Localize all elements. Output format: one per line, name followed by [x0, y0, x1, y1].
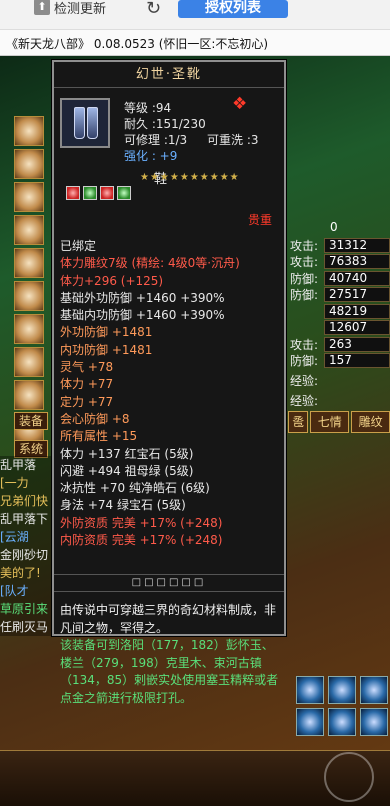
- auth-list-button[interactable]: 授权列表: [178, 0, 288, 18]
- refresh-icon[interactable]: ↻: [146, 0, 161, 19]
- upload-icon: ⬆: [34, 0, 50, 15]
- gem-line: 闪避 +494 祖母绿 (5级): [60, 463, 194, 478]
- equip-slot-icon[interactable]: [14, 248, 44, 278]
- boot-left-shape: [74, 107, 85, 139]
- equip-button[interactable]: 装备: [14, 412, 48, 430]
- skill-icon[interactable]: [296, 708, 324, 736]
- item-durability: 耐久 :151/230: [124, 117, 206, 131]
- skill-icon[interactable]: [328, 708, 356, 736]
- gem-icon: [117, 186, 131, 200]
- prop-line: 灵气 +78: [60, 360, 114, 375]
- chat-line: [队才: [0, 582, 52, 600]
- attr-row: 48219: [288, 303, 390, 320]
- top-toolbar: ⬆ 检测更新 ↻ 授权列表: [0, 0, 390, 30]
- chat-line: [云湖: [0, 528, 52, 546]
- prop-line: 内功防御 +1481: [60, 342, 153, 357]
- valued-tag: 贵重: [248, 213, 273, 227]
- chat-panel: 乱甲落 [一力 兄弟们快 乱甲落下 [云湖 金刚砂切 美的了! [队才 草原引来…: [0, 456, 52, 636]
- star-rating-icon: ★★★★★★★★★★: [140, 172, 240, 183]
- tab-left[interactable]: 卺: [288, 411, 309, 433]
- attr-row: 12607: [288, 320, 390, 337]
- aptitude-line: 内防资质 完美 +17% (+248): [60, 533, 223, 548]
- attr-row: 攻击: 76383: [288, 254, 390, 271]
- item-rewash: 可重洗 :3: [207, 133, 259, 147]
- desc-green: 该装备可到洛阳（177，182）彭怀玉、楼兰（279，198）克里木、束河古镇（…: [60, 638, 279, 705]
- equip-slot-icon[interactable]: [14, 149, 44, 179]
- exp-row: 经验:: [290, 372, 390, 389]
- bound-status: 已绑定: [60, 239, 97, 253]
- prop-line: 会心防御 +8: [60, 411, 130, 426]
- equip-slot-icon[interactable]: [14, 347, 44, 377]
- prop-line: 所有属性 +15: [60, 429, 138, 444]
- attribute-panel: 攻击: 31312 攻击: 76383 防御: 40740 防御: 27517 4821…: [288, 237, 390, 369]
- gem-line: 身法 +74 绿宝石 (5级): [60, 498, 186, 513]
- gem-icon: [100, 186, 114, 200]
- attr-row: 攻击: 31312: [288, 237, 390, 254]
- item-repair: 可修理 :1/3: [124, 133, 188, 147]
- prop-line: 定力 +77: [60, 394, 114, 409]
- boot-right-shape: [87, 107, 98, 139]
- exp-label: 经验:: [290, 393, 319, 408]
- attr-row: 攻击: 263: [288, 336, 390, 353]
- item-tooltip: 幻世·圣靴 等级 :94 耐久 :151/230 可修理 :1/3 可重洗 :3…: [52, 60, 286, 705]
- gem-line: 体力 +137 红宝石 (5级): [60, 446, 194, 461]
- desc-white: 由传说中可穿越三界的奇幻材料制成，非凡间之物，罕得之。: [60, 603, 277, 635]
- chat-line: 兄弟们快: [0, 492, 52, 510]
- gem-quality-icon: ❖: [232, 94, 248, 114]
- attr-row: 防御: 27517: [288, 287, 390, 304]
- skill-icon[interactable]: [360, 676, 388, 704]
- gem-line: 冰抗性 +70 纯净皓石 (6级): [60, 481, 210, 496]
- equip-slot-icon[interactable]: [14, 215, 44, 245]
- equip-slot-icon[interactable]: [14, 182, 44, 212]
- chat-line: 乱甲落下: [0, 510, 52, 528]
- item-name: 幻世·圣靴: [54, 62, 284, 88]
- prop-line: 基础内功防御 +1460 +390%: [60, 308, 225, 323]
- prop-line: 体力+296 (+125): [60, 273, 164, 288]
- check-update-label: 检测更新: [54, 1, 107, 17]
- item-properties: 已绑定 体力雕纹7级 (精绘: 4级0等·沉舟) 体力+296 (+125) 基…: [60, 238, 282, 549]
- zero-value: 0: [330, 220, 338, 235]
- zero-readout: 0: [330, 219, 390, 236]
- prop-line: 外功防御 +1481: [60, 325, 153, 340]
- skill-icon[interactable]: [328, 676, 356, 704]
- tab-carving[interactable]: 雕纹: [351, 411, 390, 433]
- green-gem-icon: [83, 186, 97, 200]
- skill-grid: [296, 676, 390, 736]
- check-update-button[interactable]: ⬆ 检测更新: [34, 0, 107, 17]
- gem-sockets: [66, 186, 131, 200]
- equip-slot-icon[interactable]: [14, 314, 44, 344]
- chat-line: 乱甲落: [0, 456, 52, 474]
- red-gem-icon: [66, 186, 80, 200]
- equipment-slots: [14, 116, 48, 446]
- exp-label: 经验:: [290, 373, 319, 388]
- chat-line: 美的了!: [0, 564, 52, 582]
- attr-row: 防御: 157: [288, 353, 390, 370]
- chat-line: [一力: [0, 474, 52, 492]
- attr-row: 防御: 40740: [288, 270, 390, 287]
- boots-icon: [60, 98, 110, 148]
- window-title: 《新天龙八部》 0.08.0523 (怀旧一区:不忘初心): [0, 30, 390, 56]
- equip-slot-icon[interactable]: [14, 380, 44, 410]
- right-tabs: 卺 七情 雕纹: [288, 411, 390, 433]
- socket-placeholder-row: □□□□□□: [54, 574, 284, 592]
- watermark-icon: [324, 752, 374, 802]
- prop-line: 体力 +77: [60, 377, 114, 392]
- prop-line: 基础外功防御 +1460 +390%: [60, 290, 225, 305]
- equip-slot-icon[interactable]: [14, 116, 44, 146]
- item-description: 由传说中可穿越三界的奇幻材料制成，非凡间之物，罕得之。 该装备可到洛阳（177，…: [60, 602, 282, 707]
- skill-icon[interactable]: [360, 708, 388, 736]
- item-enhance: 强化 : +9: [124, 149, 178, 163]
- equip-slot-icon[interactable]: [14, 281, 44, 311]
- skill-icon[interactable]: [296, 676, 324, 704]
- exp-row: 经验:: [290, 392, 390, 409]
- chat-line: 任刷灭马: [0, 618, 52, 636]
- chat-line: 金刚砂切: [0, 546, 52, 564]
- tab-seven-emotions[interactable]: 七情: [310, 411, 350, 433]
- aptitude-line: 外防资质 完美 +17% (+248): [60, 515, 223, 530]
- carving-line: 体力雕纹7级 (精绘: 4级0等·沉舟): [60, 256, 240, 271]
- chat-line: 草原引来: [0, 600, 52, 618]
- item-repair-row: 可修理 :1/3 可重洗 :3: [124, 132, 259, 148]
